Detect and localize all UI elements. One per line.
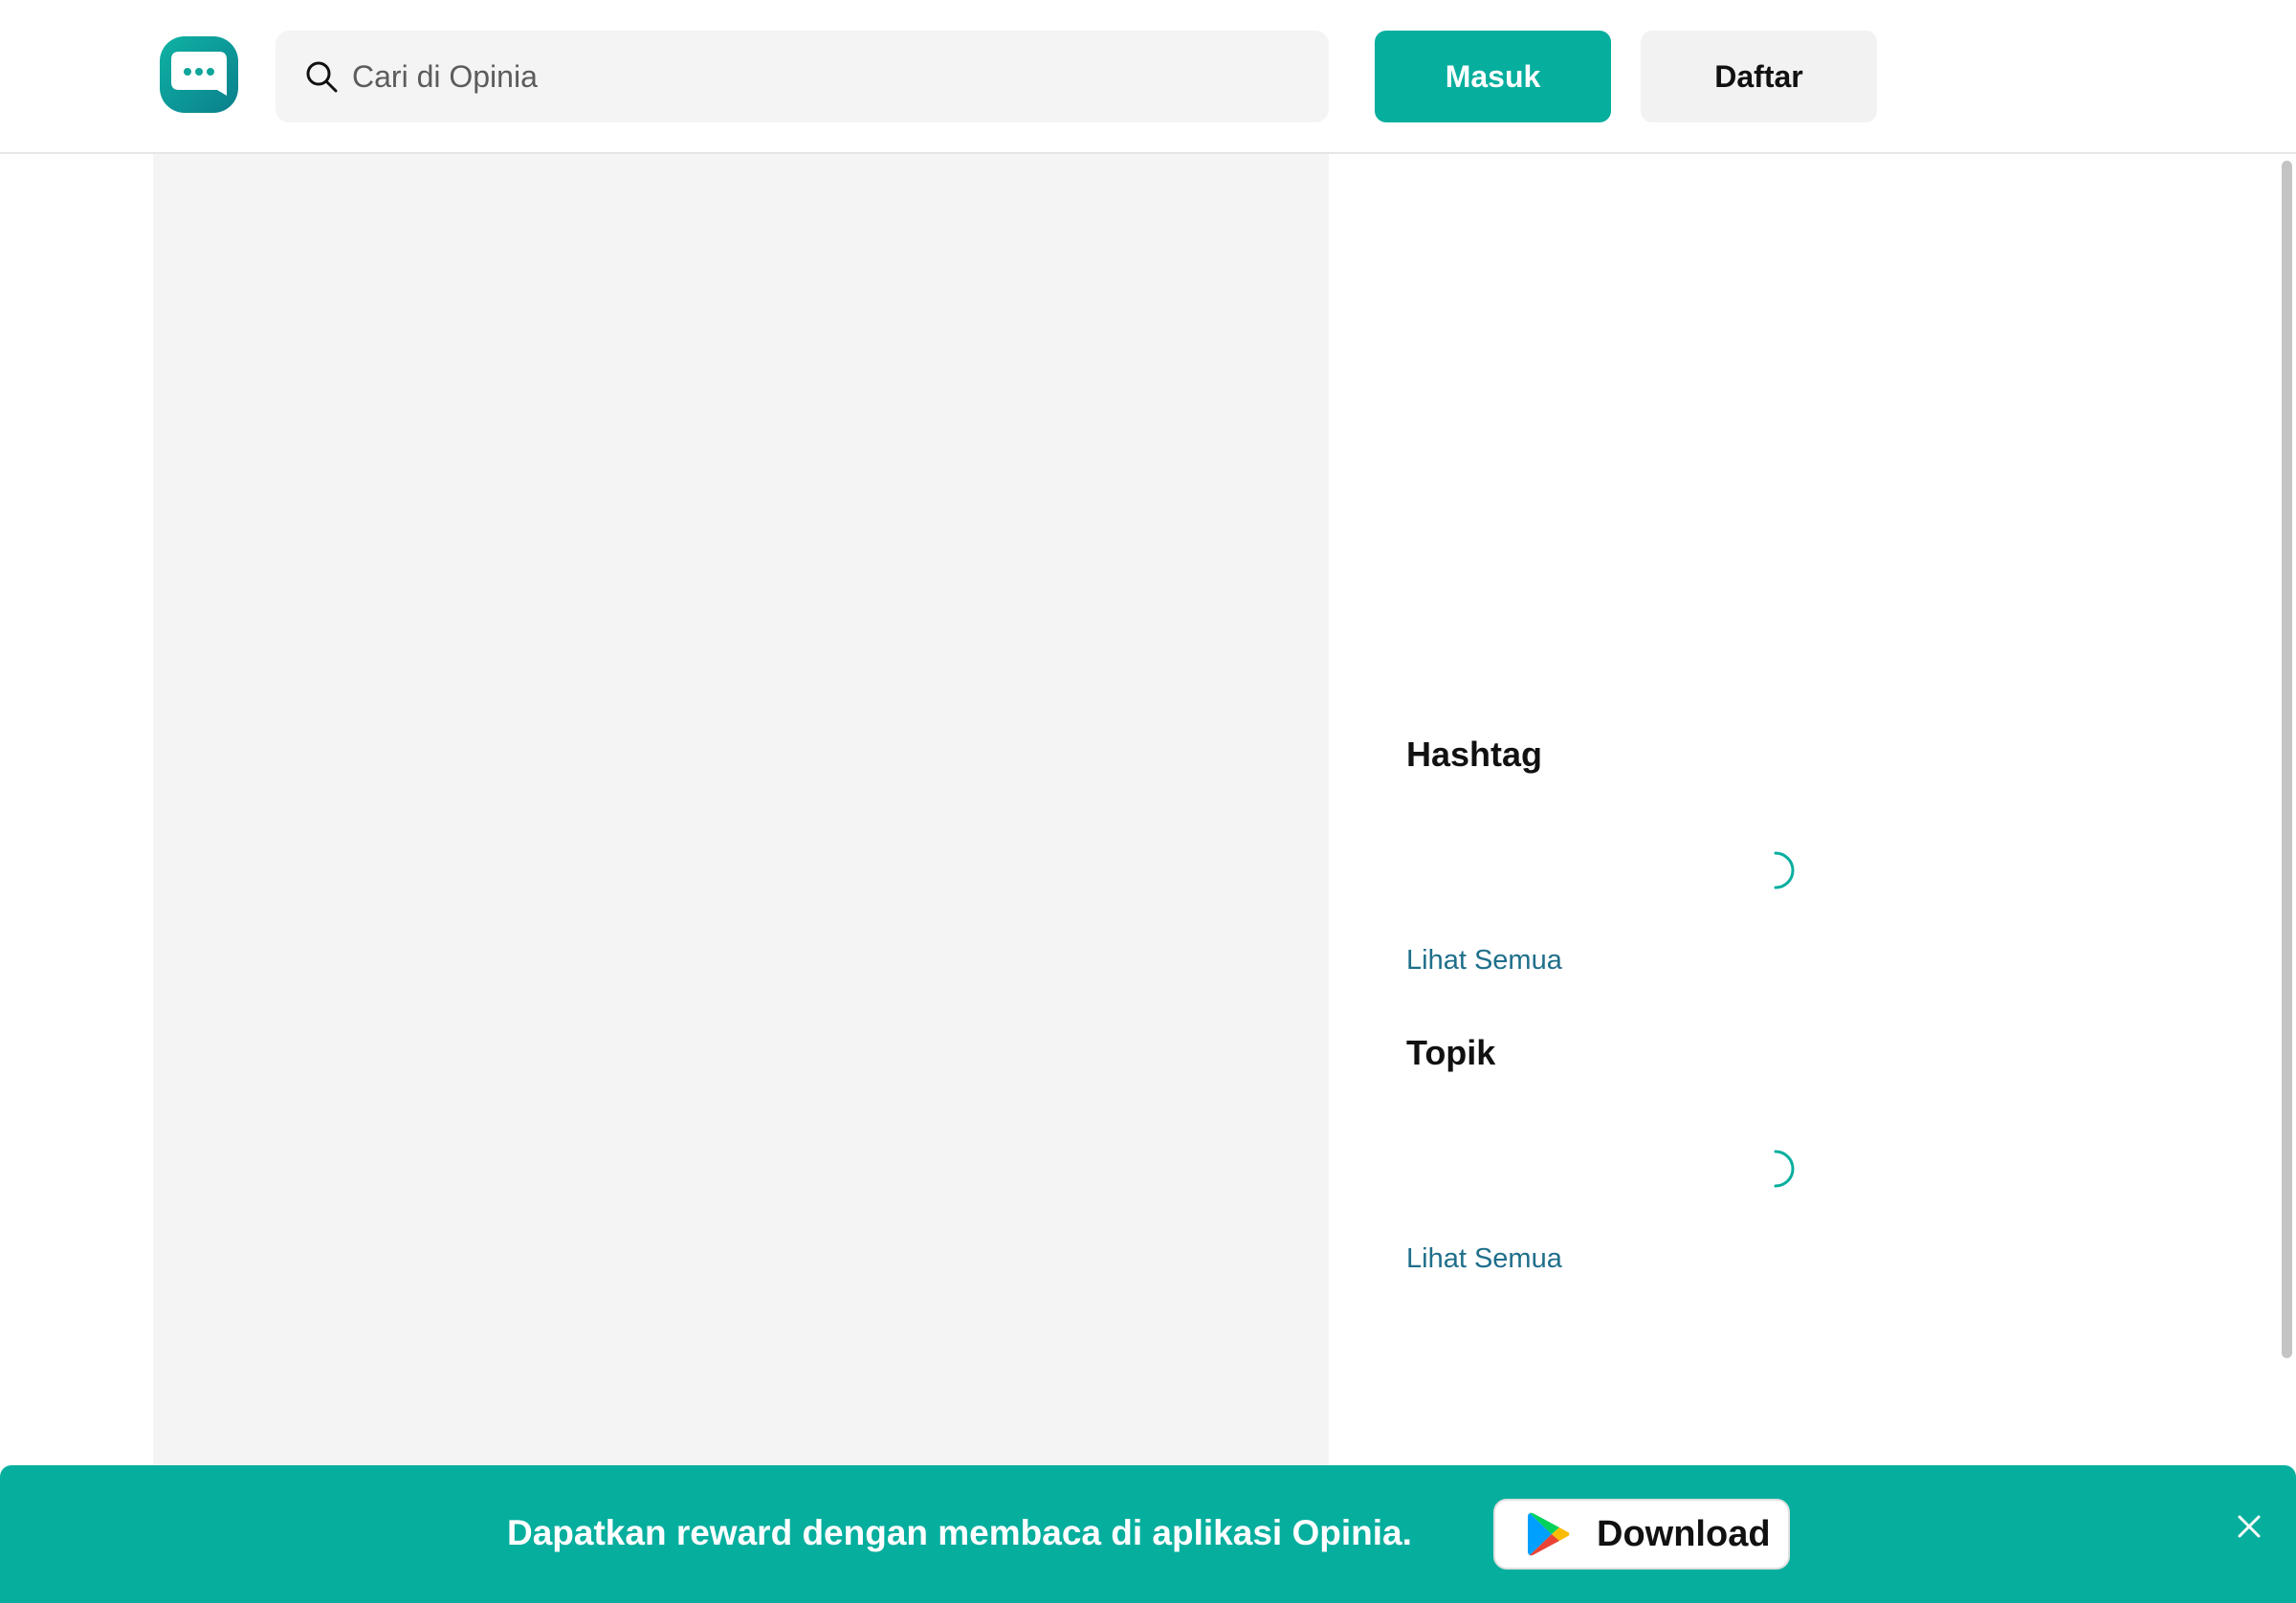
- hashtag-section-title: Hashtag: [1406, 735, 1543, 774]
- top-header: Masuk Daftar: [0, 0, 2296, 154]
- google-play-icon: [1528, 1512, 1570, 1556]
- topic-loading-spinner-icon: [1774, 1150, 1795, 1188]
- app-download-banner: Dapatkan reward dengan membaca di aplika…: [0, 1465, 2296, 1603]
- download-button[interactable]: Download: [1493, 1499, 1790, 1570]
- page: Masuk Daftar Hashtag Lihat Semua Topik L…: [0, 0, 2296, 1603]
- hashtag-loading-spinner-icon: [1774, 851, 1795, 889]
- main-feed-placeholder: [153, 154, 1329, 1493]
- topic-section-title: Topik: [1406, 1033, 1496, 1072]
- search-icon: [306, 61, 338, 93]
- banner-message: Dapatkan reward dengan membaca di aplika…: [507, 1513, 1412, 1552]
- download-label: Download: [1597, 1513, 1771, 1554]
- topic-see-all-link[interactable]: Lihat Semua: [1406, 1243, 1562, 1275]
- right-sidebar: Hashtag Lihat Semua Topik Lihat Semua: [1406, 154, 2076, 1493]
- hashtag-see-all-link[interactable]: Lihat Semua: [1406, 945, 1562, 977]
- login-button[interactable]: Masuk: [1375, 31, 1611, 122]
- close-icon[interactable]: [2232, 1509, 2266, 1544]
- search-input[interactable]: [352, 58, 1309, 95]
- scrollbar-thumb[interactable]: [2282, 161, 2292, 1358]
- search-bar[interactable]: [276, 31, 1329, 122]
- register-button[interactable]: Daftar: [1641, 31, 1877, 122]
- opinia-logo-icon[interactable]: [160, 36, 238, 113]
